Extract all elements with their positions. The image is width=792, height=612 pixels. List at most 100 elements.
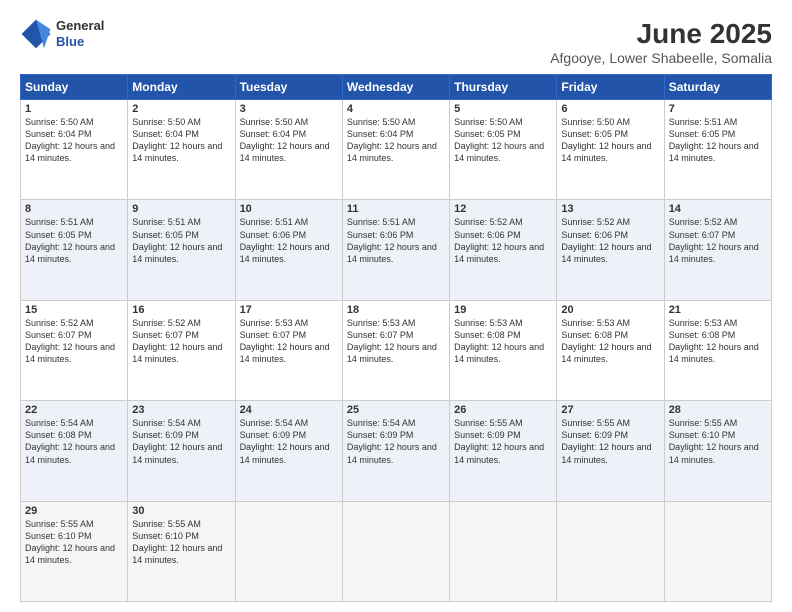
day-info: Sunrise: 5:51 AMSunset: 6:05 PMDaylight:… [669, 116, 767, 165]
day-info: Sunrise: 5:50 AMSunset: 6:04 PMDaylight:… [132, 116, 230, 165]
logo-blue: Blue [56, 34, 104, 50]
calendar-header-row: SundayMondayTuesdayWednesdayThursdayFrid… [21, 75, 772, 100]
day-number: 6 [561, 103, 659, 115]
calendar-cell: 6Sunrise: 5:50 AMSunset: 6:05 PMDaylight… [557, 100, 664, 200]
calendar-cell: 1Sunrise: 5:50 AMSunset: 6:04 PMDaylight… [21, 100, 128, 200]
calendar-cell: 26Sunrise: 5:55 AMSunset: 6:09 PMDayligh… [450, 401, 557, 501]
day-info: Sunrise: 5:54 AMSunset: 6:08 PMDaylight:… [25, 417, 123, 466]
day-info: Sunrise: 5:55 AMSunset: 6:09 PMDaylight:… [454, 417, 552, 466]
calendar-cell: 17Sunrise: 5:53 AMSunset: 6:07 PMDayligh… [235, 300, 342, 400]
day-info: Sunrise: 5:53 AMSunset: 6:08 PMDaylight:… [561, 317, 659, 366]
calendar-cell: 14Sunrise: 5:52 AMSunset: 6:07 PMDayligh… [664, 200, 771, 300]
day-info: Sunrise: 5:51 AMSunset: 6:06 PMDaylight:… [240, 216, 338, 265]
day-info: Sunrise: 5:50 AMSunset: 6:04 PMDaylight:… [347, 116, 445, 165]
calendar-cell: 25Sunrise: 5:54 AMSunset: 6:09 PMDayligh… [342, 401, 449, 501]
day-number: 22 [25, 404, 123, 416]
day-info: Sunrise: 5:52 AMSunset: 6:06 PMDaylight:… [561, 216, 659, 265]
calendar-cell: 27Sunrise: 5:55 AMSunset: 6:09 PMDayligh… [557, 401, 664, 501]
day-info: Sunrise: 5:52 AMSunset: 6:07 PMDaylight:… [25, 317, 123, 366]
day-number: 16 [132, 304, 230, 316]
calendar-week-row: 29Sunrise: 5:55 AMSunset: 6:10 PMDayligh… [21, 501, 772, 601]
day-number: 20 [561, 304, 659, 316]
day-info: Sunrise: 5:51 AMSunset: 6:05 PMDaylight:… [25, 216, 123, 265]
calendar-cell: 20Sunrise: 5:53 AMSunset: 6:08 PMDayligh… [557, 300, 664, 400]
day-number: 7 [669, 103, 767, 115]
title-area: June 2025 Afgooye, Lower Shabeelle, Soma… [550, 18, 772, 66]
col-header-sunday: Sunday [21, 75, 128, 100]
day-number: 10 [240, 203, 338, 215]
logo-general: General [56, 18, 104, 34]
day-number: 19 [454, 304, 552, 316]
day-info: Sunrise: 5:50 AMSunset: 6:04 PMDaylight:… [240, 116, 338, 165]
subtitle: Afgooye, Lower Shabeelle, Somalia [550, 50, 772, 66]
calendar-cell: 24Sunrise: 5:54 AMSunset: 6:09 PMDayligh… [235, 401, 342, 501]
month-title: June 2025 [550, 18, 772, 50]
calendar-cell: 3Sunrise: 5:50 AMSunset: 6:04 PMDaylight… [235, 100, 342, 200]
col-header-friday: Friday [557, 75, 664, 100]
day-info: Sunrise: 5:54 AMSunset: 6:09 PMDaylight:… [240, 417, 338, 466]
day-number: 14 [669, 203, 767, 215]
calendar-week-row: 22Sunrise: 5:54 AMSunset: 6:08 PMDayligh… [21, 401, 772, 501]
day-number: 17 [240, 304, 338, 316]
col-header-wednesday: Wednesday [342, 75, 449, 100]
day-info: Sunrise: 5:55 AMSunset: 6:10 PMDaylight:… [132, 518, 230, 567]
calendar-cell: 21Sunrise: 5:53 AMSunset: 6:08 PMDayligh… [664, 300, 771, 400]
header: General Blue June 2025 Afgooye, Lower Sh… [20, 18, 772, 66]
day-info: Sunrise: 5:52 AMSunset: 6:06 PMDaylight:… [454, 216, 552, 265]
day-info: Sunrise: 5:53 AMSunset: 6:07 PMDaylight:… [347, 317, 445, 366]
col-header-tuesday: Tuesday [235, 75, 342, 100]
day-info: Sunrise: 5:52 AMSunset: 6:07 PMDaylight:… [132, 317, 230, 366]
day-number: 21 [669, 304, 767, 316]
day-number: 9 [132, 203, 230, 215]
page: General Blue June 2025 Afgooye, Lower Sh… [0, 0, 792, 612]
calendar-cell [342, 501, 449, 601]
day-info: Sunrise: 5:52 AMSunset: 6:07 PMDaylight:… [669, 216, 767, 265]
day-number: 11 [347, 203, 445, 215]
day-number: 15 [25, 304, 123, 316]
calendar-cell: 2Sunrise: 5:50 AMSunset: 6:04 PMDaylight… [128, 100, 235, 200]
day-number: 4 [347, 103, 445, 115]
calendar-cell [450, 501, 557, 601]
day-number: 30 [132, 505, 230, 517]
day-info: Sunrise: 5:50 AMSunset: 6:05 PMDaylight:… [454, 116, 552, 165]
day-number: 26 [454, 404, 552, 416]
calendar-cell: 18Sunrise: 5:53 AMSunset: 6:07 PMDayligh… [342, 300, 449, 400]
day-number: 25 [347, 404, 445, 416]
logo: General Blue [20, 18, 104, 50]
calendar-cell: 22Sunrise: 5:54 AMSunset: 6:08 PMDayligh… [21, 401, 128, 501]
day-info: Sunrise: 5:50 AMSunset: 6:05 PMDaylight:… [561, 116, 659, 165]
calendar-cell [664, 501, 771, 601]
calendar-cell: 16Sunrise: 5:52 AMSunset: 6:07 PMDayligh… [128, 300, 235, 400]
day-info: Sunrise: 5:51 AMSunset: 6:05 PMDaylight:… [132, 216, 230, 265]
logo-icon [20, 18, 52, 50]
day-number: 27 [561, 404, 659, 416]
day-number: 8 [25, 203, 123, 215]
calendar-cell: 15Sunrise: 5:52 AMSunset: 6:07 PMDayligh… [21, 300, 128, 400]
calendar-cell: 10Sunrise: 5:51 AMSunset: 6:06 PMDayligh… [235, 200, 342, 300]
calendar-cell: 11Sunrise: 5:51 AMSunset: 6:06 PMDayligh… [342, 200, 449, 300]
calendar-cell: 8Sunrise: 5:51 AMSunset: 6:05 PMDaylight… [21, 200, 128, 300]
day-info: Sunrise: 5:53 AMSunset: 6:08 PMDaylight:… [669, 317, 767, 366]
calendar-cell: 4Sunrise: 5:50 AMSunset: 6:04 PMDaylight… [342, 100, 449, 200]
day-number: 3 [240, 103, 338, 115]
calendar-cell: 7Sunrise: 5:51 AMSunset: 6:05 PMDaylight… [664, 100, 771, 200]
day-info: Sunrise: 5:55 AMSunset: 6:10 PMDaylight:… [25, 518, 123, 567]
day-info: Sunrise: 5:55 AMSunset: 6:10 PMDaylight:… [669, 417, 767, 466]
day-info: Sunrise: 5:50 AMSunset: 6:04 PMDaylight:… [25, 116, 123, 165]
day-number: 12 [454, 203, 552, 215]
calendar-cell: 28Sunrise: 5:55 AMSunset: 6:10 PMDayligh… [664, 401, 771, 501]
day-number: 29 [25, 505, 123, 517]
day-info: Sunrise: 5:54 AMSunset: 6:09 PMDaylight:… [132, 417, 230, 466]
calendar-week-row: 8Sunrise: 5:51 AMSunset: 6:05 PMDaylight… [21, 200, 772, 300]
calendar-cell: 5Sunrise: 5:50 AMSunset: 6:05 PMDaylight… [450, 100, 557, 200]
calendar-cell [235, 501, 342, 601]
day-number: 24 [240, 404, 338, 416]
calendar-week-row: 15Sunrise: 5:52 AMSunset: 6:07 PMDayligh… [21, 300, 772, 400]
calendar-cell: 12Sunrise: 5:52 AMSunset: 6:06 PMDayligh… [450, 200, 557, 300]
calendar-cell: 29Sunrise: 5:55 AMSunset: 6:10 PMDayligh… [21, 501, 128, 601]
day-number: 2 [132, 103, 230, 115]
calendar-cell: 19Sunrise: 5:53 AMSunset: 6:08 PMDayligh… [450, 300, 557, 400]
calendar-cell: 23Sunrise: 5:54 AMSunset: 6:09 PMDayligh… [128, 401, 235, 501]
day-info: Sunrise: 5:55 AMSunset: 6:09 PMDaylight:… [561, 417, 659, 466]
day-info: Sunrise: 5:53 AMSunset: 6:08 PMDaylight:… [454, 317, 552, 366]
